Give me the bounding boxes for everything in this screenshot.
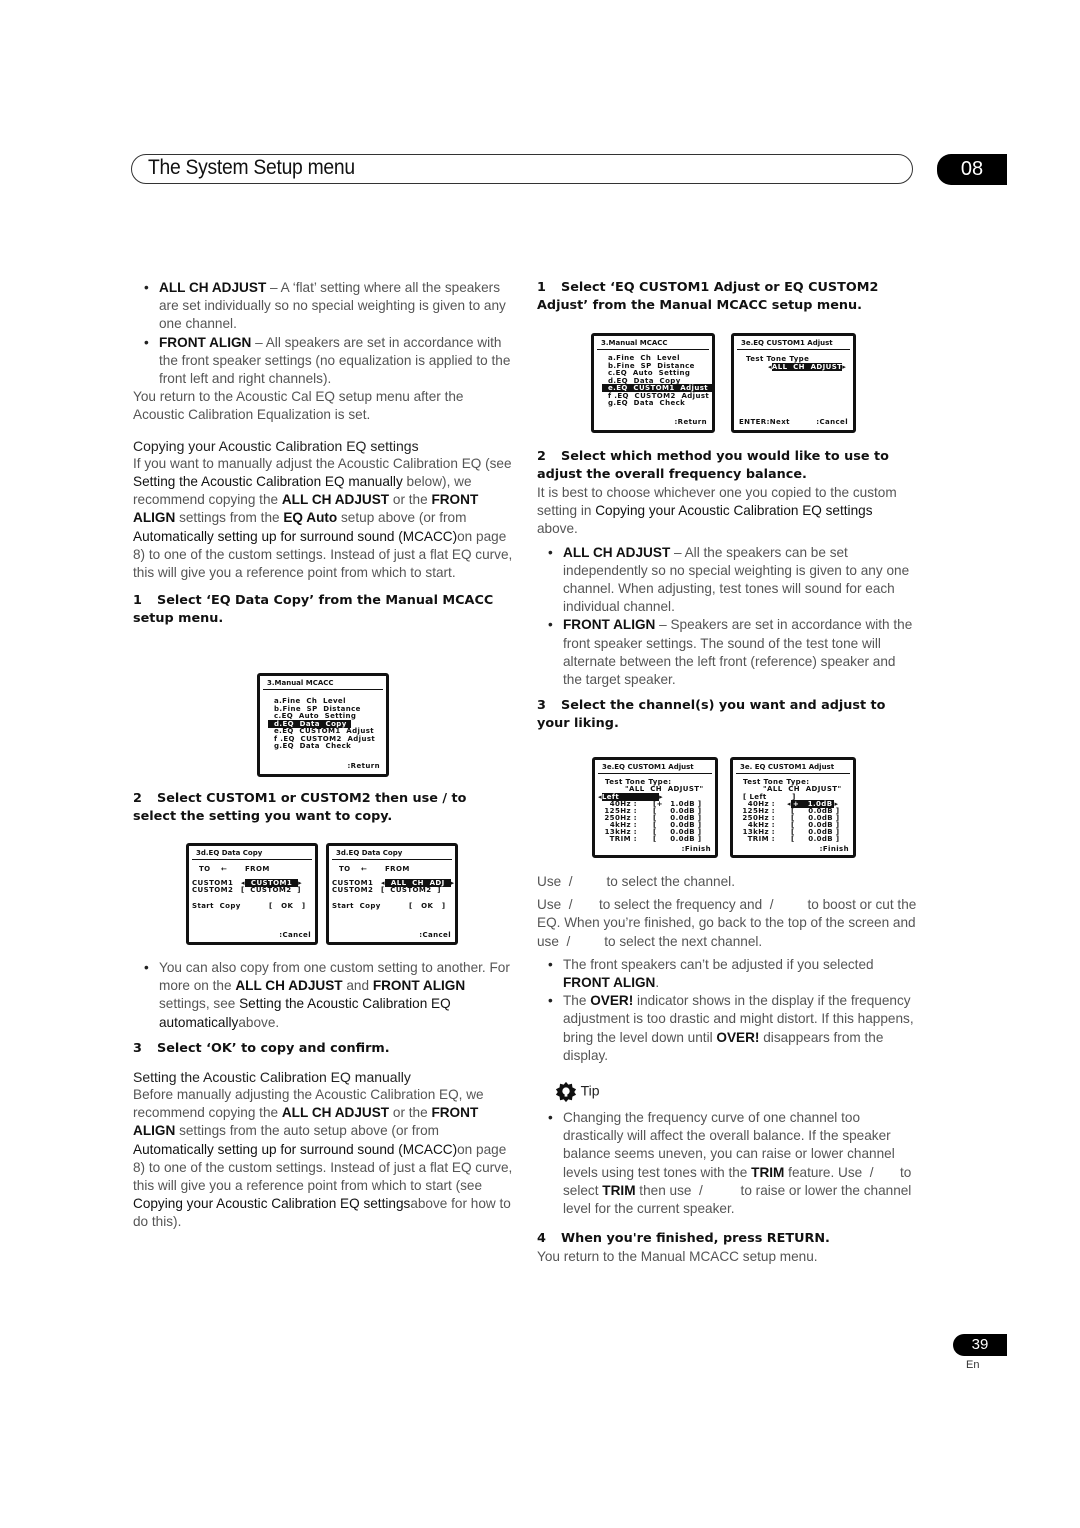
bullet-all-ch-adjust-right: ALL CH ADJUST – All the speakers can be … — [537, 544, 917, 617]
osd-to: TO — [199, 865, 211, 873]
osd-title: 3e.EQ CUSTOM1 Adjust — [598, 760, 712, 774]
bullet-front-align: FRONT ALIGN – All speakers are set in ac… — [133, 334, 513, 389]
osd-from: FROM — [385, 865, 410, 873]
right-step1-wrap: 1 Select ‘EQ CUSTOM1 Adjust or EQ CUSTOM2… — [537, 279, 917, 315]
osd-title: 3d.EQ Data Copy — [192, 846, 312, 860]
osd-start-copy: Start Copy — [192, 902, 241, 910]
osd-start-copy: Start Copy — [332, 902, 381, 910]
bullet-all-ch-adjust: ALL CH ADJUST – A ‘flat’ setting where a… — [133, 279, 513, 334]
osd-freq-value[interactable]: [ 0.0dB ] — [653, 835, 701, 843]
osd-eq-adjust-frequency: 3e. EQ CUSTOM1 Adjust Test Tone Type: "ALL… — [730, 757, 856, 858]
osd-to: TO — [339, 865, 351, 873]
step-2-right: 2 Select which method you would like to u… — [537, 449, 889, 482]
osd-title: 3d.EQ Data Copy — [332, 846, 452, 860]
step-3-right: 3 Select the channel(s) you want and adju… — [537, 698, 886, 732]
osd-type-value: "ALL CH ADJUST" — [625, 785, 704, 793]
osd-arrow: ← — [221, 865, 228, 873]
osd-finish: :Finish — [819, 845, 849, 853]
osd-title: 3e.EQ CUSTOM1 Adjust — [737, 336, 850, 350]
osd-freq-label: TRIM : — [609, 835, 637, 843]
osd-type-value: "ALL CH ADJUST" — [763, 785, 842, 793]
left-column: ALL CH ADJUST – A ‘flat’ setting where a… — [133, 279, 513, 628]
step4-paragraph: You return to the Manual MCACC setup men… — [537, 1249, 818, 1265]
lightbulb-icon — [555, 1081, 577, 1103]
step-3-left: 3 Select ‘OK’ to copy and confirm. — [133, 1040, 390, 1056]
step-4-right: 4 When you're finished, press RETURN. — [537, 1231, 830, 1247]
osd-row2-value[interactable]: [ CUSTOM2 ] — [381, 886, 441, 894]
osd-row2-label: CUSTOM2 — [332, 886, 374, 894]
osd-freq-value[interactable]: [ 0.0dB ] — [791, 835, 839, 843]
osd-data-copy-custom1: 3d.EQ Data Copy TO ← FROM CUSTOM1 ◂ CUSTOM1 ▸ CU… — [186, 843, 318, 945]
osd-cancel: :Cancel — [816, 418, 848, 426]
osd-finish: :Finish — [681, 845, 711, 853]
step2-paragraph: It is best to choose whichever one you c… — [537, 485, 897, 537]
bullet-front-align-right: FRONT ALIGN – Speakers are set in accord… — [537, 616, 917, 689]
osd-from: FROM — [245, 865, 270, 873]
osd-data-copy-all-ch-adj: 3d.EQ Data Copy TO ← FROM CUSTOM1 ◂ ALL CH ADJ… — [326, 843, 458, 945]
osd-row2-value[interactable]: [ CUSTOM2 ] — [241, 886, 301, 894]
manual-paragraph: Before manually adjusting the Acoustic C… — [133, 1087, 513, 1230]
osd-enter-next: ENTER:Next — [739, 418, 790, 426]
osd-menu-item[interactable]: g.EQ Data Check — [274, 742, 351, 750]
left-lower: You can also copy from one custom settin… — [133, 959, 513, 1232]
osd-title: 3.Manual MCACC — [263, 676, 383, 690]
osd-cancel: :Cancel — [419, 931, 451, 939]
copy-paragraph: If you want to manually adjust the Acous… — [133, 455, 513, 581]
osd-ok-button[interactable]: [ OK ] — [269, 902, 305, 910]
note-over-indicator: The OVER! indicator shows in the display… — [537, 992, 917, 1065]
copy-bullet: You can also copy from one custom settin… — [133, 959, 513, 1032]
step-2-left: 2 Select CUSTOM1 or CUSTOM2 then use / to… — [133, 791, 467, 824]
osd-manual-mcacc-right: 3.Manual MCACC a.Fine Ch Level b.Fine SP … — [591, 333, 715, 433]
osd-ok-button[interactable]: [ OK ] — [409, 902, 445, 910]
left-step2-wrap: 2 Select CUSTOM1 or CUSTOM2 then use / to… — [133, 790, 513, 826]
osd-title: 3.Manual MCACC — [597, 336, 709, 350]
chapter-badge: 08 — [937, 154, 1007, 185]
osd-row2-label: CUSTOM2 — [192, 886, 234, 894]
osd-arrow: ← — [361, 865, 368, 873]
section-heading-manual: Setting the Acoustic Calibration EQ manu… — [133, 1068, 411, 1085]
language-label: En — [966, 1359, 980, 1371]
osd-freq-label: TRIM : — [747, 835, 775, 843]
right-mid: 2 Select which method you would like to u… — [537, 448, 917, 733]
osd-test-tone-value: ◂ALL CH ADJUST▸ — [768, 363, 847, 371]
osd-return: :Return — [347, 762, 380, 770]
return-note: You return to the Acoustic Cal EQ setup … — [133, 389, 464, 423]
tip-heading: Tip — [555, 1081, 917, 1103]
note-front-speakers: The front speakers can’t be adjusted if … — [537, 956, 917, 992]
osd-eq-adjust-channel: 3e.EQ CUSTOM1 Adjust Test Tone Type: "ALL … — [592, 757, 718, 858]
osd-title: 3e. EQ CUSTOM1 Adjust — [736, 760, 850, 774]
osd-test-tone-type: 3e.EQ CUSTOM1 Adjust Test Tone Type ◂ALL… — [731, 333, 856, 433]
right-lower: Use / to select the channel. Use / to se… — [537, 873, 917, 1266]
step-1-right: 1 Select ‘EQ CUSTOM1 Adjust or EQ CUSTOM2… — [537, 280, 879, 313]
osd-return: :Return — [674, 418, 707, 426]
osd-menu-item[interactable]: g.EQ Data Check — [608, 399, 685, 407]
use-select-frequency: Use / to select the frequency and / to b… — [537, 897, 921, 949]
use-select-channel: Use / to select the channel. — [537, 874, 735, 889]
page-title: The System Setup menu — [148, 156, 355, 179]
section-heading-copying: Copying your Acoustic Calibration EQ set… — [133, 437, 419, 454]
tip-text: Changing the frequency curve of one chan… — [537, 1109, 917, 1218]
page-number: 39 — [953, 1334, 1007, 1356]
osd-manual-mcacc-left: 3.Manual MCACC a.Fine Ch Level b.Fine SP … — [257, 673, 389, 777]
osd-cancel: :Cancel — [279, 931, 311, 939]
osd-test-tone-label: Test Tone Type — [746, 355, 810, 363]
step-1-left: 1 Select ‘EQ Data Copy’ from the Manual M… — [133, 593, 494, 627]
